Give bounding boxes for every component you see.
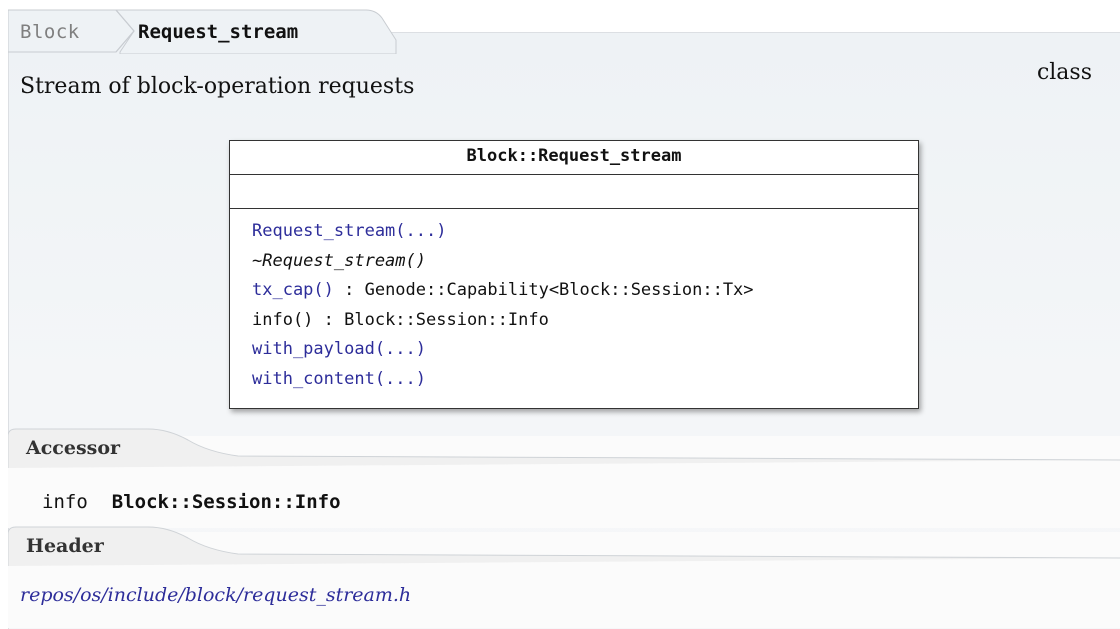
- uml-operation-name[interactable]: with_content(...): [252, 369, 426, 389]
- uml-operation-name: info(): [252, 309, 314, 330]
- class-summary: Stream of block-operation requests: [20, 74, 415, 99]
- uml-operation: info() : Block::Session::Info: [252, 306, 918, 336]
- uml-attributes-compartment: [230, 175, 918, 209]
- uml-operation: with_content(...): [252, 365, 918, 395]
- uml-operation-name: ~Request_stream(): [252, 250, 426, 271]
- breadcrumb-parent[interactable]: Block: [20, 21, 80, 43]
- accessor-tab-shape: [8, 428, 1120, 468]
- accessor-type: Block::Session::Info: [111, 491, 341, 513]
- uml-operations-compartment: Request_stream(...) ~Request_stream() tx_c…: [230, 209, 918, 394]
- uml-operation: with_payload(...): [252, 335, 918, 365]
- breadcrumb-current: Request_stream: [138, 21, 299, 43]
- accessor-row: info Block::Session::Info: [42, 491, 341, 513]
- uml-operation-name[interactable]: Request_stream(...): [252, 221, 446, 241]
- uml-operation-name[interactable]: tx_cap(): [252, 280, 334, 300]
- uml-class-diagram: Block::Request_stream Request_stream(...…: [229, 140, 919, 409]
- class-kind-label: class: [1036, 60, 1092, 85]
- uml-class-title: Block::Request_stream: [230, 141, 918, 175]
- uml-operation: ~Request_stream(): [252, 247, 918, 277]
- uml-operation-signature: : Block::Session::Info: [313, 309, 549, 330]
- uml-operation-name[interactable]: with_payload(...): [252, 339, 426, 359]
- accessor-name: info: [42, 491, 88, 513]
- header-file-link[interactable]: repos/os/include/block/request_stream.h: [20, 584, 411, 606]
- accessor-heading: Accessor: [26, 437, 121, 459]
- uml-operation-signature: : Genode::Capability<Block::Session::Tx>: [333, 280, 754, 300]
- uml-operation: tx_cap() : Genode::Capability<Block::Ses…: [252, 276, 918, 306]
- header-heading: Header: [26, 535, 104, 557]
- uml-operation: Request_stream(...): [252, 217, 918, 247]
- header-tab-shape: [8, 526, 1120, 566]
